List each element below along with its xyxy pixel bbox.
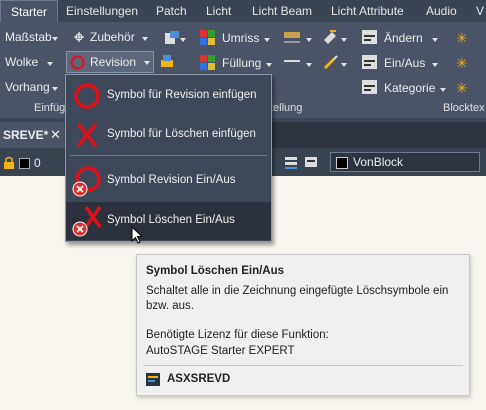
panel-title-blocktext: Blocktex	[443, 102, 485, 114]
crosshair-icon	[74, 32, 84, 42]
color-palette-icon	[200, 30, 215, 45]
command-icon	[146, 373, 160, 386]
lineweight-icon[interactable]	[282, 56, 304, 70]
delete-cross-icon	[76, 122, 98, 148]
svg-text:✳: ✳	[456, 31, 468, 46]
tab-more[interactable]: V	[476, 0, 484, 22]
chevron-down-icon	[142, 37, 148, 41]
kategorie-button[interactable]: Kategorie	[384, 81, 435, 95]
revision-toggle-icon	[72, 166, 101, 197]
umriss-button[interactable]: Umriss	[222, 31, 259, 45]
tooltip-license-label: Benötigte Lizenz für diese Funktion:	[146, 329, 329, 341]
chevron-down-icon	[180, 38, 186, 42]
zubehoer-button[interactable]: Zubehör	[90, 30, 135, 44]
fuellung-button[interactable]: Füllung	[222, 56, 261, 70]
category-icon	[362, 80, 377, 94]
spark-icon[interactable]: ✳	[456, 55, 474, 71]
svg-text:✳: ✳	[456, 56, 468, 71]
tooltip-divider	[143, 365, 463, 366]
match-properties-icon[interactable]	[322, 28, 340, 44]
layer-walk-icon[interactable]	[304, 154, 320, 170]
layer-state-icon[interactable]	[284, 154, 300, 170]
revision-circle-icon	[74, 83, 100, 109]
menu-item-insert-revision[interactable]: Symbol für Revision einfügen	[66, 76, 271, 114]
menu-item-label: Symbol für Revision einfügen	[107, 89, 257, 101]
fill-palette-icon	[200, 55, 215, 70]
brush-icon[interactable]	[322, 54, 340, 70]
revision-dropdown-menu: Symbol für Revision einfügen Symbol für …	[65, 74, 272, 242]
menu-item-label: Symbol Löschen Ein/Aus	[107, 214, 235, 226]
vorhang-button[interactable]: Vorhang	[5, 80, 50, 94]
menu-item-toggle-delete[interactable]: Symbol Löschen Ein/Aus	[66, 202, 271, 240]
layer-value[interactable]: 0	[34, 156, 41, 170]
block-attribute-icon	[362, 30, 377, 44]
menu-item-label: Symbol Revision Ein/Aus	[107, 174, 236, 186]
menu-item-insert-delete[interactable]: Symbol für Löschen einfügen	[66, 116, 271, 154]
chevron-down-icon	[52, 37, 58, 41]
tab-licht-attribute[interactable]: Licht Attribute	[331, 0, 404, 22]
menu-item-toggle-revision[interactable]: Symbol Revision Ein/Aus	[66, 162, 271, 200]
chevron-down-icon	[264, 38, 270, 42]
chevron-down-icon	[52, 87, 58, 91]
document-tab-label: SREVE*	[3, 128, 49, 142]
tab-audio[interactable]: Audio	[426, 0, 457, 22]
toggle-attribute-icon	[362, 55, 377, 69]
tab-patch[interactable]: Patch	[156, 0, 187, 22]
panel-title-einfuegen: Einfüg	[34, 102, 66, 114]
revision-label: Revision	[90, 55, 137, 69]
spark-icon[interactable]: ✳	[456, 30, 474, 46]
wolke-button[interactable]: Wolke	[5, 55, 38, 69]
revision-circle-icon	[70, 55, 85, 70]
chevron-down-icon	[266, 63, 272, 67]
chevron-down-icon	[341, 38, 347, 42]
layer-color-swatch	[19, 158, 30, 169]
ein-aus-button[interactable]: Ein/Aus	[384, 56, 425, 70]
revision-button[interactable]: Revision	[66, 51, 154, 73]
color-select-value: VonBlock	[353, 155, 404, 169]
chevron-down-icon	[306, 38, 312, 42]
tab-einstellungen[interactable]: Einstellungen	[66, 0, 138, 22]
tab-licht[interactable]: Licht	[206, 0, 231, 22]
document-tab[interactable]: SREVE* ✕	[0, 122, 66, 148]
chevron-down-icon	[440, 88, 446, 92]
insert-icon[interactable]	[160, 54, 174, 68]
tooltip-description-line2: bzw. aus.	[146, 300, 194, 312]
aendern-button[interactable]: Ändern	[384, 31, 423, 45]
tooltip-license-value: AutoSTAGE Starter EXPERT	[146, 345, 295, 357]
tab-starter[interactable]: Starter	[0, 0, 58, 22]
spark-icon[interactable]: ✳	[456, 80, 474, 96]
tab-licht-beam[interactable]: Licht Beam	[252, 0, 312, 22]
chevron-down-icon	[144, 61, 150, 65]
linetype-icon[interactable]	[282, 30, 304, 44]
chevron-down-icon	[306, 63, 312, 67]
massstab-button[interactable]: Maßstab	[5, 30, 52, 44]
color-swatch	[336, 157, 348, 169]
chevron-down-icon	[432, 38, 438, 42]
svg-text:✳: ✳	[456, 81, 468, 96]
close-icon[interactable]: ✕	[50, 127, 61, 143]
color-select[interactable]: VonBlock	[330, 152, 480, 172]
lock-icon[interactable]	[2, 156, 16, 170]
tooltip-command-name: ASXSREVD	[167, 373, 231, 385]
edit-block-icon[interactable]	[164, 30, 180, 46]
tooltip: Symbol Löschen Ein/Aus Schaltet alle in …	[136, 254, 470, 396]
chevron-down-icon	[47, 62, 53, 66]
delete-toggle-icon	[72, 205, 102, 237]
tooltip-description-line1: Schaltet alle in die Zeichnung eingefügt…	[146, 285, 449, 297]
chevron-down-icon	[432, 63, 438, 67]
panel-title-darstellung: tellung	[270, 102, 303, 114]
ribbon-tab-bar: Starter Einstellungen Patch Licht Licht …	[0, 0, 486, 22]
menu-item-label: Symbol für Löschen einfügen	[107, 128, 256, 140]
chevron-down-icon	[341, 63, 347, 67]
tooltip-title: Symbol Löschen Ein/Aus	[146, 265, 285, 277]
mouse-cursor-icon	[131, 226, 144, 244]
menu-divider	[70, 155, 267, 156]
